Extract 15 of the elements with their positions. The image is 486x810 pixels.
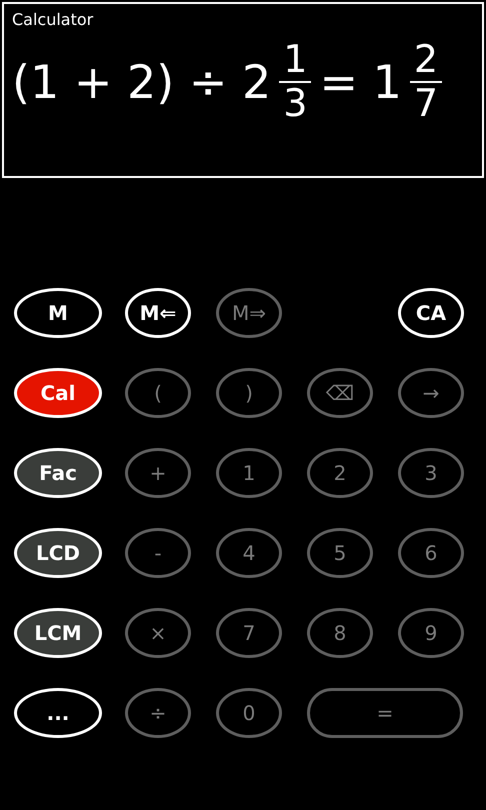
mode-button[interactable]: Fac xyxy=(14,448,102,498)
more-button[interactable]: ... xyxy=(14,688,102,738)
denominator: 3 xyxy=(283,82,308,125)
memory-button[interactable]: M xyxy=(14,288,102,338)
expression-text: = 1 xyxy=(319,54,402,109)
mode-button[interactable]: Cal xyxy=(14,368,102,418)
numerator: 1 xyxy=(279,39,312,83)
denominator: 7 xyxy=(414,82,438,125)
mode-button[interactable]: LCD xyxy=(14,528,102,578)
expression-text: (1 + 2) ÷ 2 xyxy=(12,54,272,109)
numerator: 2 xyxy=(410,39,442,83)
app-title: Calculator xyxy=(12,10,94,29)
memory-button[interactable]: M⇐ xyxy=(125,288,191,338)
clear-all-button[interactable]: CA xyxy=(398,288,464,338)
mode-button[interactable]: LCM xyxy=(14,608,102,658)
